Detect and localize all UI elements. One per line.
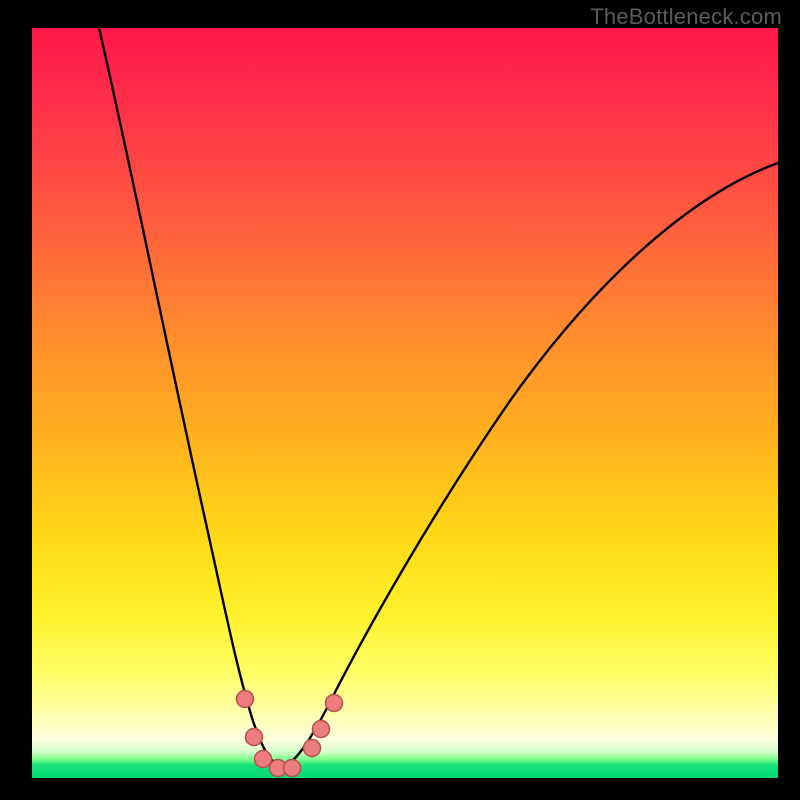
plot-area <box>32 28 778 778</box>
marker-dot <box>313 721 330 738</box>
bottleneck-curve <box>99 28 778 768</box>
watermark-text: TheBottleneck.com <box>590 4 782 30</box>
curve-svg <box>32 28 778 778</box>
marker-dot <box>326 695 343 712</box>
marker-dot <box>304 740 321 757</box>
marker-dot <box>255 751 272 768</box>
marker-dot <box>237 691 254 708</box>
marker-dot <box>246 729 263 746</box>
marker-dot <box>284 760 301 777</box>
marker-group <box>237 691 343 777</box>
outer-frame: TheBottleneck.com <box>0 0 800 800</box>
